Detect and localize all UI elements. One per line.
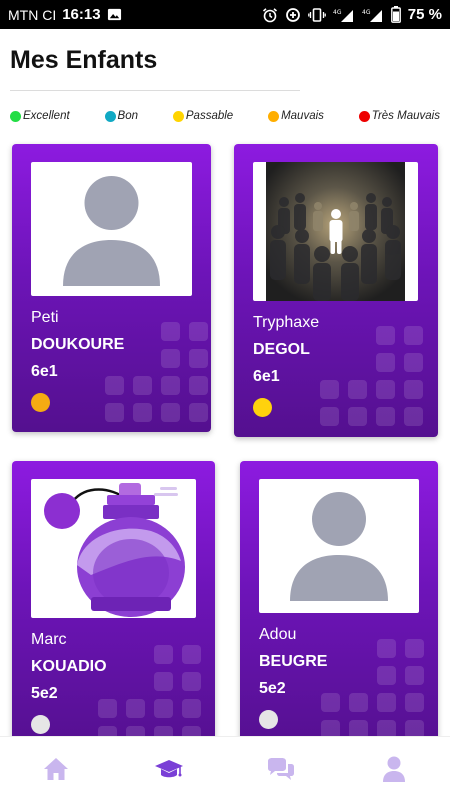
battery-icon: [390, 6, 401, 23]
home-icon: [44, 757, 69, 780]
child-first-name: Adou: [259, 626, 297, 643]
user-icon: [382, 756, 405, 782]
status-dot: [253, 398, 272, 417]
child-last-name: BEUGRE: [259, 653, 328, 670]
legend-item-tres-mauvais: Très Mauvais: [358, 110, 440, 122]
legend-label: Excellent: [23, 110, 70, 122]
perfume-illustration: [44, 483, 185, 617]
bottom-navigation: [0, 736, 450, 800]
child-card[interactable]: Tryphaxe DEGOL 6e1: [234, 144, 438, 437]
signal-icon: 4G: [362, 7, 384, 23]
child-photo: [259, 479, 419, 613]
legend-item-bon: Bon: [104, 110, 139, 122]
nav-messages[interactable]: [251, 744, 311, 794]
nav-profile[interactable]: [364, 744, 424, 794]
legend-item-passable: Passable: [172, 110, 234, 122]
legend-dot: [268, 110, 280, 122]
child-class: 6e1: [31, 363, 58, 380]
legend-item-mauvais: Mauvais: [268, 110, 324, 122]
crowd-light-photo: [266, 162, 405, 301]
grade-legend: Excellent Bon Passable Mauvais Très Mauv…: [10, 110, 440, 122]
status-dot: [31, 393, 50, 412]
chat-icon: [268, 757, 295, 780]
child-first-name: Peti: [31, 309, 59, 326]
child-photo: [31, 479, 196, 618]
svg-text:4G: 4G: [333, 9, 342, 16]
child-class: 6e1: [253, 368, 280, 385]
legend-label: Mauvais: [281, 110, 324, 122]
child-first-name: Tryphaxe: [253, 314, 320, 331]
image-icon: [107, 7, 122, 22]
card-pattern: [98, 645, 201, 745]
page-title: Mes Enfants: [10, 46, 158, 74]
graduation-cap-icon: [154, 759, 183, 777]
status-dot: [259, 710, 278, 729]
status-dot: [31, 715, 50, 734]
card-pattern: [320, 326, 423, 426]
child-card[interactable]: Peti DOUKOURE 6e1: [12, 144, 211, 432]
signal-4g-icon: 4G: [333, 7, 355, 23]
title-divider: [10, 90, 300, 91]
battery-level: 75 %: [407, 6, 442, 23]
child-class: 5e2: [31, 685, 58, 702]
avatar-placeholder-icon: [290, 492, 388, 601]
legend-label: Très Mauvais: [371, 110, 440, 122]
legend-dot: [10, 110, 21, 122]
legend-dot: [104, 110, 116, 122]
legend-dot: [172, 110, 184, 122]
child-last-name: KOUADIO: [31, 658, 107, 675]
child-class: 5e2: [259, 680, 286, 697]
card-pattern: [321, 639, 424, 739]
child-first-name: Marc: [31, 631, 67, 648]
carrier-name: MTN CI: [8, 6, 57, 23]
legend-item-excellent: Excellent: [10, 110, 70, 122]
child-last-name: DOUKOURE: [31, 336, 125, 353]
data-saver-icon: [285, 7, 301, 23]
alarm-icon: [262, 7, 278, 23]
child-card[interactable]: Adou BEUGRE 5e2: [240, 461, 438, 751]
child-last-name: DEGOL: [253, 341, 310, 358]
child-photo: [253, 162, 418, 301]
nav-home[interactable]: [26, 744, 86, 794]
avatar-placeholder-icon: [63, 176, 160, 286]
vibrate-icon: [307, 7, 326, 23]
svg-text:4G: 4G: [362, 9, 371, 16]
status-bar: MTN CI 16:13 4G 4G 75 %: [0, 0, 450, 29]
nav-school[interactable]: [139, 744, 199, 794]
child-photo: [31, 162, 192, 296]
clock-time: 16:13: [62, 6, 101, 23]
child-card[interactable]: Marc KOUADIO 5e2: [12, 461, 215, 751]
legend-dot: [358, 110, 370, 122]
legend-label: Passable: [185, 110, 234, 122]
legend-label: Bon: [117, 110, 139, 122]
